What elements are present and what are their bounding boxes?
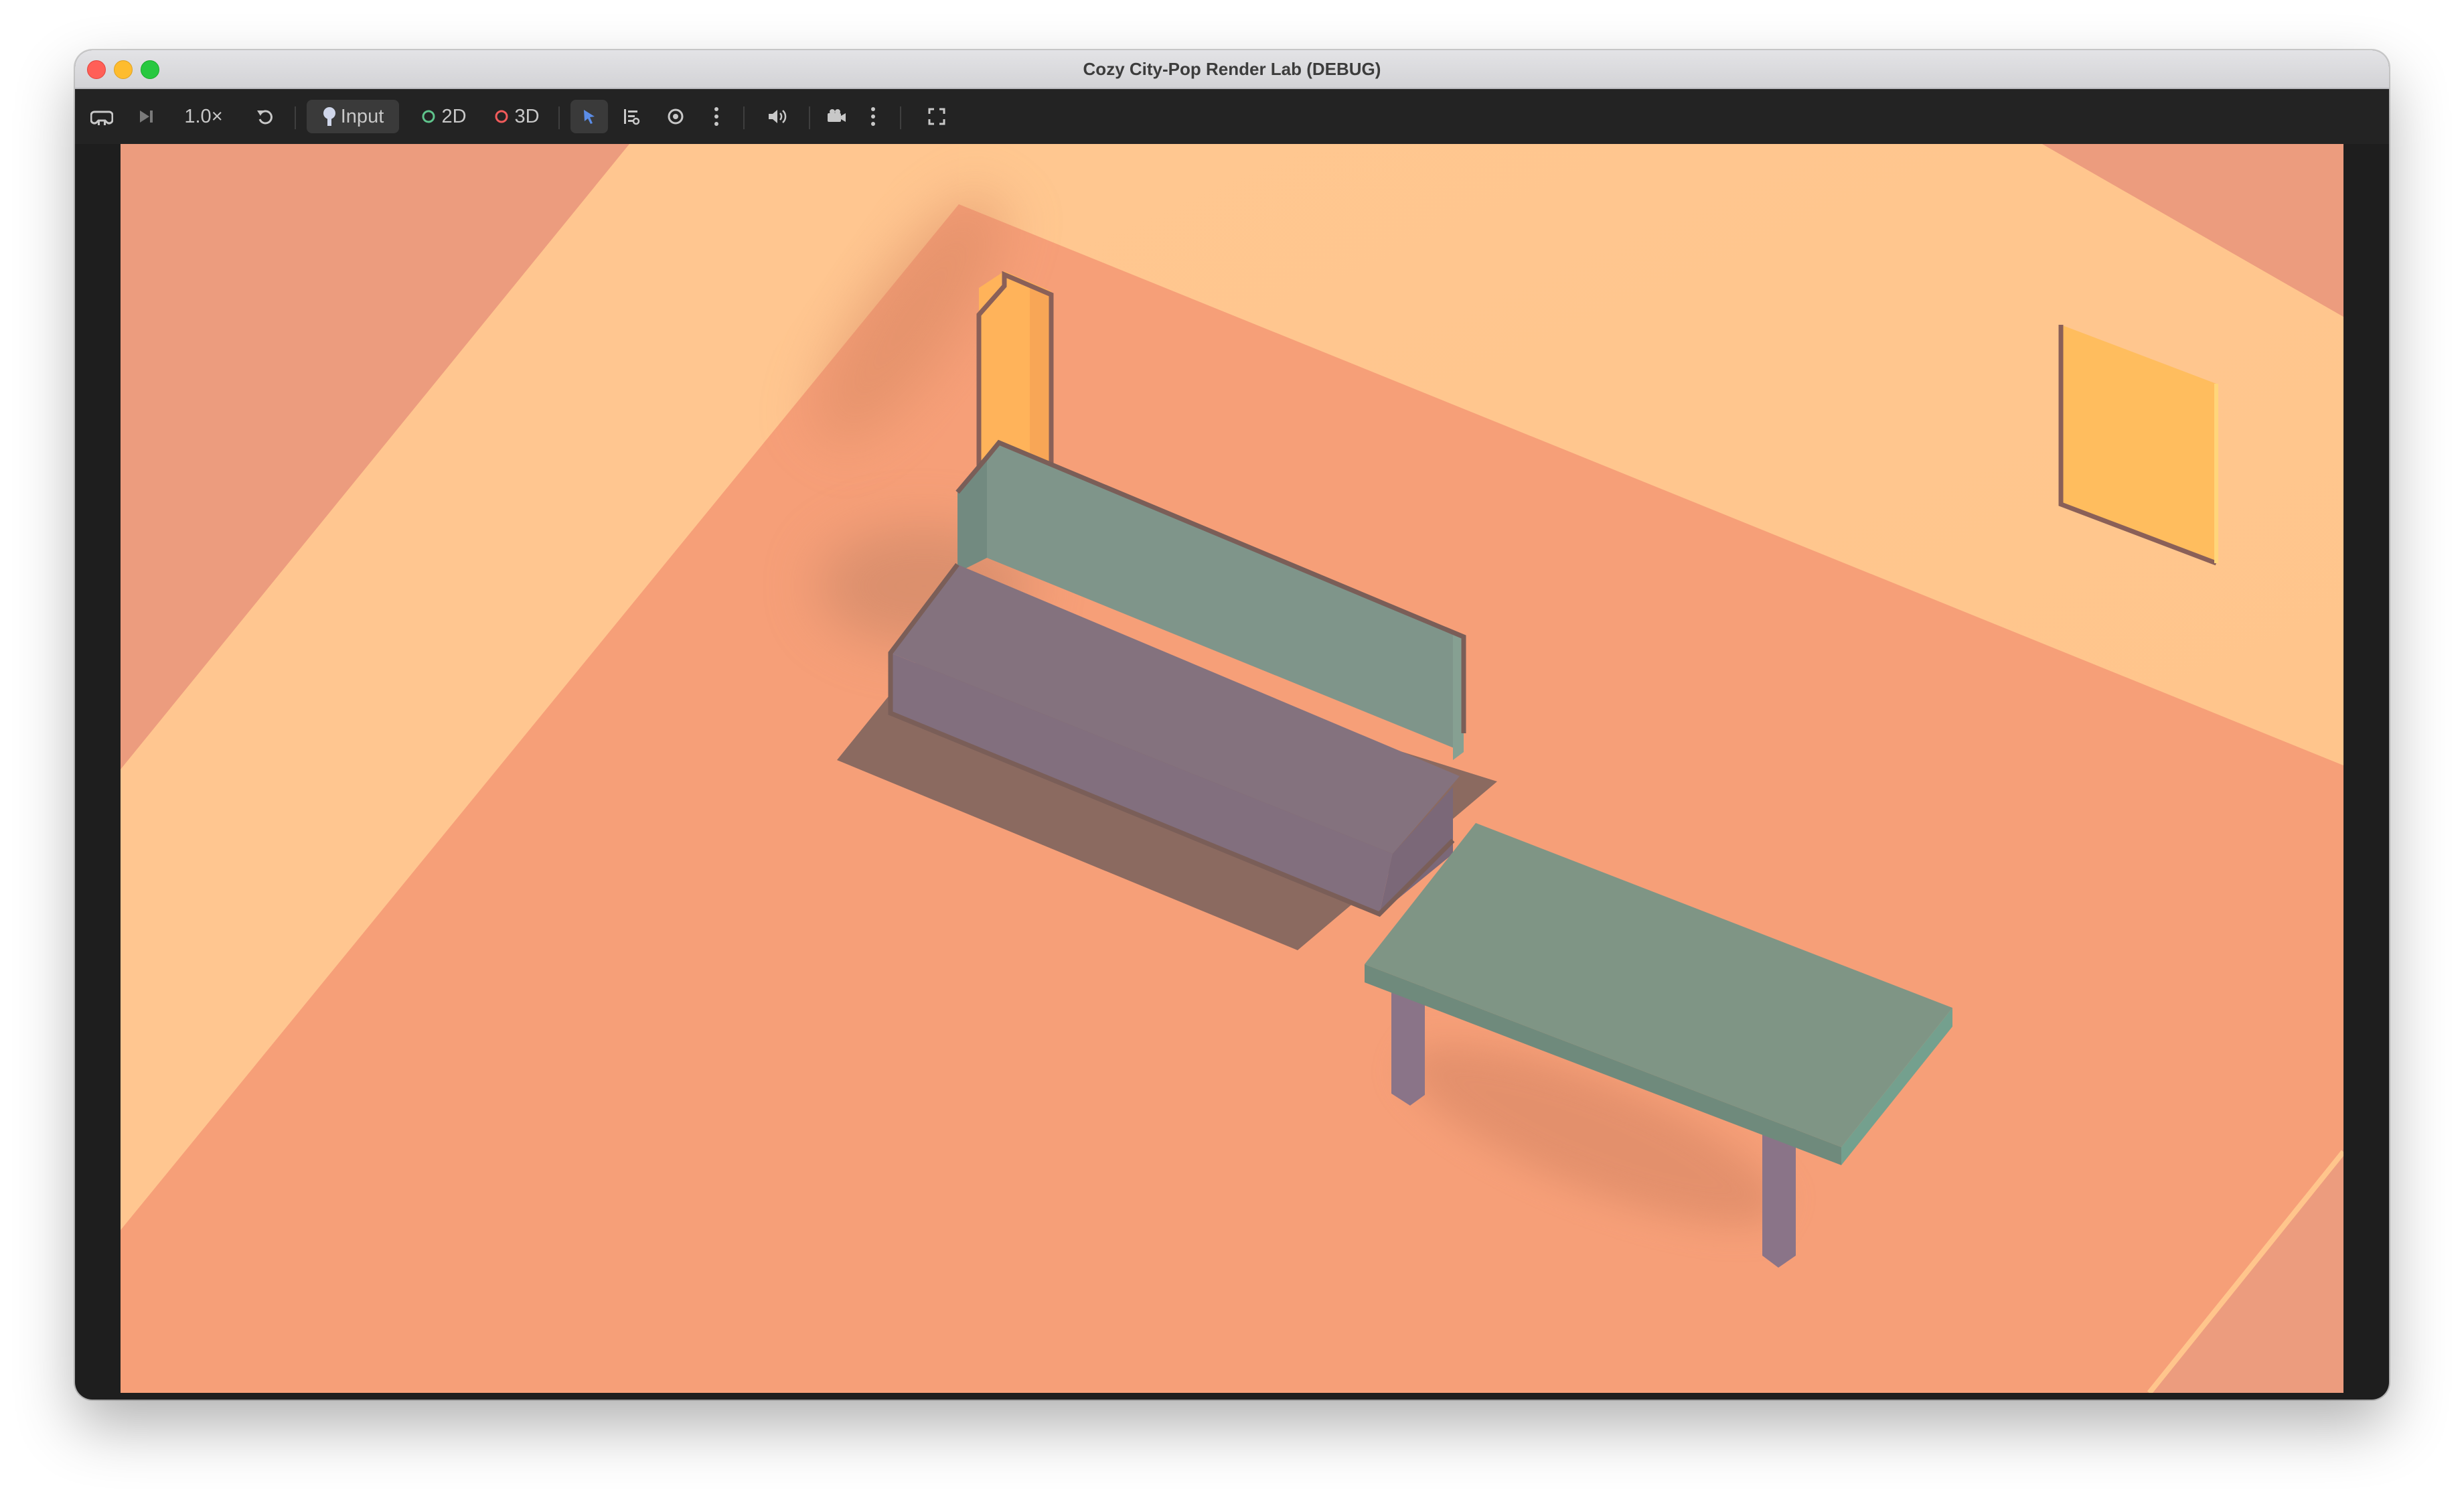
toolbar-separator <box>295 106 296 129</box>
window-title: Cozy City-Pop Render Lab (DEBUG) <box>1083 59 1381 79</box>
mode-2d-label: 2D <box>441 105 467 127</box>
input-icon <box>322 106 337 127</box>
step-forward-icon[interactable] <box>131 100 161 133</box>
eye-icon[interactable] <box>659 100 692 133</box>
table-leg <box>1391 986 1425 1106</box>
mode-2d-toggle[interactable]: 2D <box>414 100 474 133</box>
toolbar-separator <box>809 106 810 129</box>
input-toggle[interactable]: Input <box>307 100 399 133</box>
scene-canvas <box>121 144 2343 1393</box>
more-vertical-icon[interactable] <box>861 100 885 133</box>
game-viewport[interactable] <box>121 144 2343 1393</box>
camera-icon[interactable] <box>820 100 853 133</box>
mode-3d-toggle[interactable]: 3D <box>486 100 548 133</box>
mode-3d-label: 3D <box>514 105 540 127</box>
toolbar-separator <box>743 106 745 129</box>
table-leg <box>1762 1128 1796 1268</box>
reset-icon[interactable] <box>250 100 280 133</box>
toolbar-separator <box>900 106 901 129</box>
toolbar-separator <box>558 106 560 129</box>
title-bar: Cozy City-Pop Render Lab (DEBUG) <box>75 50 2389 89</box>
select-arrow-icon[interactable] <box>570 100 608 133</box>
input-label: Input <box>340 105 384 127</box>
game-controller-icon[interactable] <box>87 100 117 133</box>
app-window: Cozy City-Pop Render Lab (DEBUG) 1.0× In… <box>75 50 2389 1400</box>
speed-control[interactable]: 1.0× <box>177 100 230 133</box>
list-icon[interactable] <box>615 100 648 133</box>
mode-2d-ring-icon <box>421 109 436 124</box>
more-vertical-icon[interactable] <box>704 100 728 133</box>
speaker-icon[interactable] <box>761 100 794 133</box>
mode-3d-ring-icon <box>494 109 509 124</box>
toolbar: 1.0× Input 2D 3D <box>75 89 2389 144</box>
lamp-panel-side <box>1030 285 1051 479</box>
fullscreen-icon[interactable] <box>920 100 953 133</box>
